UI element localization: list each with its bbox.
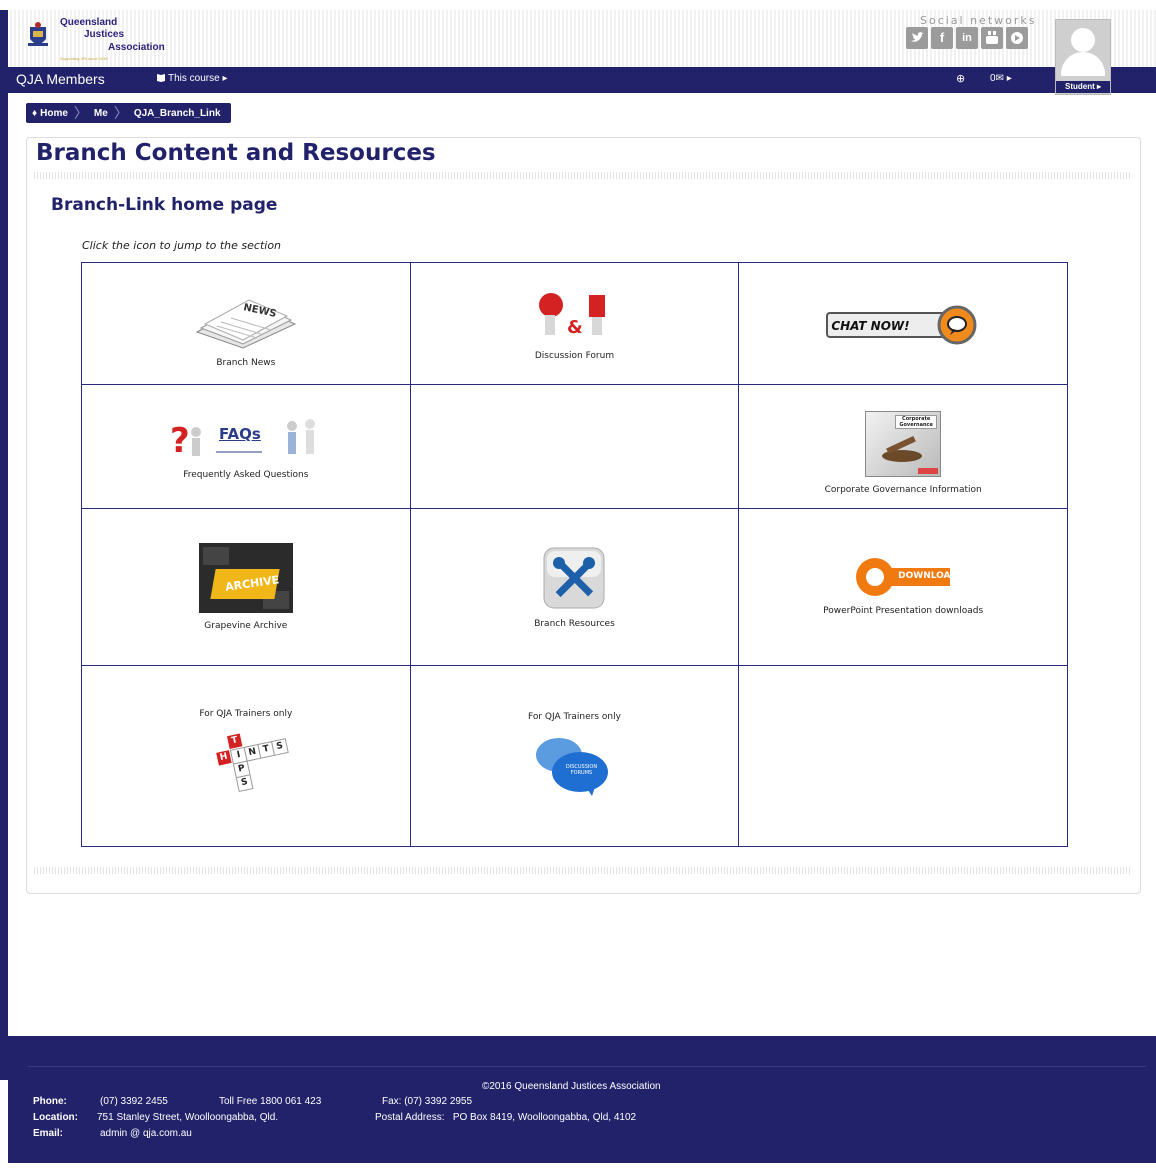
navbar: QJA Members This course ▸ ⊕ 0✉ ▸ (8, 67, 1156, 93)
tile-faqs[interactable]: ? FAQs Frequently Asked Questions (81, 384, 411, 509)
page-title: Branch Content and Resources (36, 140, 436, 166)
tile-grapevine-archive[interactable]: ARCHIVE Grapevine Archive (81, 508, 411, 666)
jump-hint: Click the icon to jump to the section (82, 239, 282, 252)
avatar-head-icon (1071, 28, 1095, 52)
user-avatar[interactable]: Student ▸ (1055, 19, 1111, 95)
tile-trainers-tips[interactable]: For QJA Trainers only T I P S H N T S (81, 665, 411, 847)
footer-email-label: Email: (33, 1128, 64, 1139)
tile-empty-2 (738, 665, 1068, 847)
footer-phone-label: Phone: (33, 1096, 67, 1107)
title-divider (34, 172, 1132, 179)
left-accent-bar (0, 10, 8, 1080)
powerpoint-downloads-label: PowerPoint Presentation downloads (823, 606, 984, 616)
breadcrumb-me[interactable]: Me (94, 108, 108, 119)
footer-rule (28, 1066, 1146, 1067)
tips-cubes-icon: T I P S H N T S (190, 723, 302, 812)
facebook-icon[interactable]: f (931, 27, 953, 49)
svg-text:?: ? (170, 421, 190, 461)
tile-powerpoint-downloads[interactable]: DOWNLOAD PowerPoint Presentation downloa… (738, 508, 1068, 666)
grapevine-archive-label: Grapevine Archive (204, 621, 288, 631)
corporate-governance-label: Corporate Governance Information (824, 484, 982, 495)
archive-keyboard-icon: ARCHIVE (198, 543, 293, 613)
social-icons: f in (906, 27, 1028, 49)
breadcrumb-separator: 〉 (73, 105, 88, 121)
content-divider (34, 867, 1132, 874)
youtube-icon[interactable] (981, 27, 1003, 49)
tip-cube: S (235, 774, 254, 793)
discussion-forum-label: Discussion Forum (534, 350, 615, 361)
navbar-brand[interactable]: QJA Members (16, 71, 105, 87)
tile-chat-now[interactable]: CHAT NOW! (738, 262, 1068, 385)
section-title: Branch-Link home page (51, 195, 278, 215)
logo-line-1: Queensland (60, 17, 118, 28)
this-course-menu[interactable]: This course ▸ (156, 73, 227, 84)
q-and-a-icon: & (539, 292, 606, 338)
branch-news-label: Branch News (216, 357, 276, 368)
vimeo-icon[interactable] (1006, 27, 1028, 49)
twitter-icon[interactable] (906, 27, 928, 49)
governance-icon: Corporate Governance (865, 410, 942, 477)
breadcrumb-separator: 〉 (113, 105, 128, 121)
footer-location: 751 Stanley Street, Woolloongabba, Qld. (97, 1112, 279, 1123)
breadcrumb: ♦ Home 〉 Me 〉 QJA_Branch_Link (26, 103, 231, 123)
breadcrumb-home[interactable]: Home (40, 108, 68, 119)
tools-icon (543, 547, 605, 609)
chat-now-label: CHAT NOW! (831, 319, 910, 333)
footer-email[interactable]: admin @ qja.com.au (100, 1128, 192, 1139)
site-header: Queensland Justices Association Supporti… (8, 10, 1156, 67)
book-icon (157, 74, 165, 82)
footer-fax: Fax: (07) 3392 2955 (382, 1096, 473, 1107)
home-icon: ♦ (32, 107, 38, 119)
tip-cube: S (270, 738, 289, 756)
linkedin-icon[interactable]: in (956, 27, 978, 49)
footer-copyright: ©2016 Queensland Justices Association (482, 1081, 661, 1092)
logo-tagline: Supporting JPs since 1935 (60, 56, 108, 61)
speech-bubbles-icon: DISCUSSION FORUMS (534, 736, 614, 800)
bubble-text: DISCUSSION FORUMS (565, 764, 598, 776)
tile-trainers-forum[interactable]: For QJA Trainers only DISCUSSION FORUMS (409, 665, 740, 847)
faqs-icon-text: FAQs (219, 425, 261, 443)
tile-branch-news[interactable]: NEWS Branch News (81, 262, 411, 385)
globe-icon[interactable]: ⊕ (956, 72, 965, 85)
this-course-label: This course ▸ (168, 73, 228, 84)
footer-location-label: Location: (33, 1112, 78, 1123)
footer-phone: (07) 3392 2455 (100, 1096, 168, 1107)
trainers-only-label-2: For QJA Trainers only (528, 712, 621, 722)
section-grid: NEWS Branch News & Discussion Forum CHAT… (81, 262, 1068, 847)
branch-resources-label: Branch Resources (534, 619, 615, 629)
tip-cube: H (216, 750, 232, 766)
svg-text:&: & (567, 317, 583, 338)
tile-corporate-governance[interactable]: Corporate Governance Corporate Governanc… (738, 384, 1068, 509)
site-logo[interactable]: Queensland Justices Association Supporti… (22, 15, 202, 63)
download-icon: DOWNLOAD (854, 558, 958, 598)
newspaper-icon: NEWS (195, 298, 297, 349)
download-icon-text: DOWNLOAD (898, 571, 958, 581)
logo-line-3: Association (108, 42, 165, 53)
crest-icon (28, 22, 48, 46)
social-networks-label: Social networks (920, 14, 1037, 27)
trainers-only-label-1: For QJA Trainers only (199, 709, 293, 719)
footer: ©2016 Queensland Justices Association Ph… (8, 1036, 1156, 1163)
tile-discussion-forum[interactable]: & Discussion Forum (409, 262, 740, 385)
logo-line-2: Justices (84, 29, 125, 40)
avatar-body-icon (1061, 52, 1105, 76)
breadcrumb-current[interactable]: QJA_Branch_Link (134, 108, 221, 119)
faqs-label: Frequently Asked Questions (183, 469, 309, 480)
footer-postal: Postal Address: PO Box 8419, Woolloongab… (375, 1112, 637, 1123)
tile-branch-resources[interactable]: Branch Resources (409, 508, 740, 666)
tile-empty-1 (409, 384, 740, 509)
messages-menu[interactable]: 0✉ ▸ (990, 73, 1012, 84)
footer-tollfree: Toll Free 1800 061 423 (219, 1096, 322, 1107)
user-menu-label[interactable]: Student ▸ (1056, 81, 1110, 93)
